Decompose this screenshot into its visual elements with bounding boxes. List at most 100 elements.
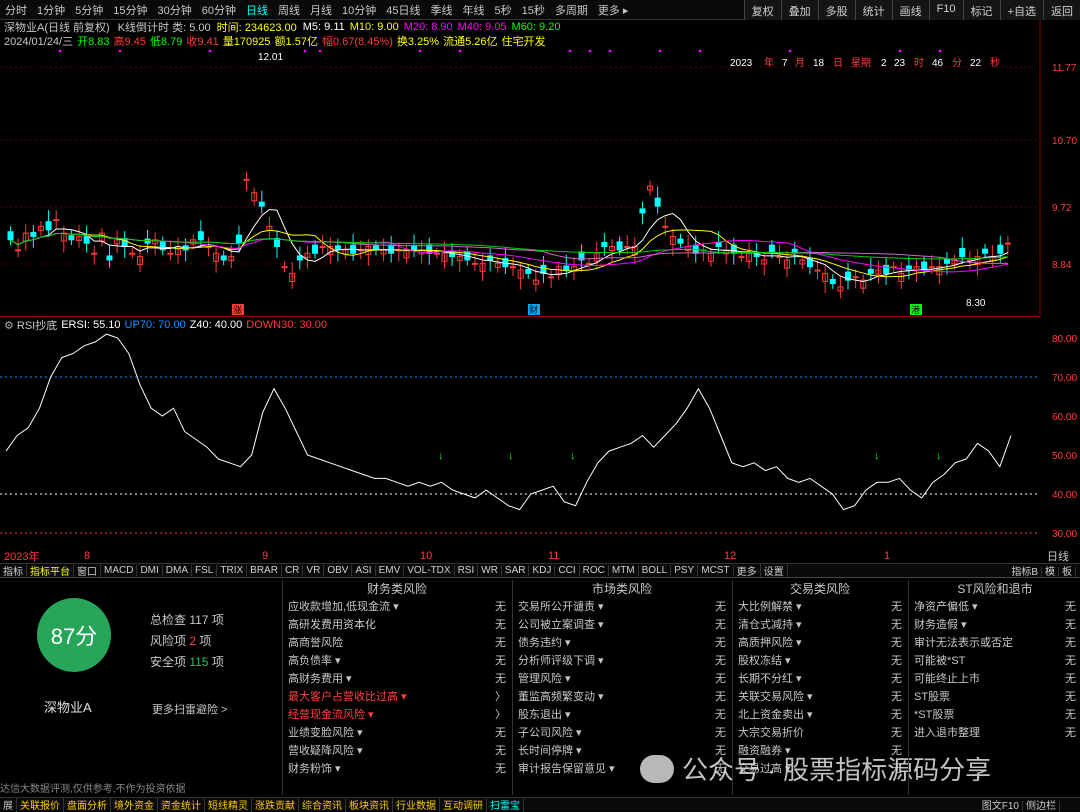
indicator-tab-24[interactable]: MCST: [698, 565, 734, 576]
indicator-tab-1[interactable]: 指标平台: [27, 563, 74, 578]
risk-row[interactable]: 高质押风险 ▾ 无: [734, 634, 906, 652]
candle-body: [959, 248, 966, 258]
risk-row[interactable]: ST股票 无: [910, 688, 1080, 706]
bottom-tab-10[interactable]: 扫雷宝: [487, 797, 524, 812]
indicator-tab-7[interactable]: TRIX: [217, 565, 248, 576]
bottom-tab-7[interactable]: 板块资讯: [346, 797, 393, 812]
rsi-chart[interactable]: 80.00 70.00 60.00 50.00 40.00 30.00 ↓ ↓ ↓ ↓ ↓: [0, 319, 1080, 549]
candle-body: [662, 225, 669, 228]
risk-column-3: ST风险和退市 净资产偏低 ▾ 无财务造假 ▾ 无审计无法表示或否定无可能被*ST 无可…: [910, 580, 1080, 742]
risk-item-name: ST股票: [914, 691, 951, 703]
indicator-tab-3[interactable]: MACD: [101, 565, 138, 576]
risk-row[interactable]: 应收款增加,低现金流 ▾ 无: [284, 598, 510, 616]
risk-row[interactable]: 净资产偏低 ▾ 无: [910, 598, 1080, 616]
candle-body: [296, 255, 303, 261]
indicator-tab-22[interactable]: BOLL: [639, 565, 672, 576]
risk-row[interactable]: 业绩变脸风险 ▾ 无: [284, 724, 510, 742]
risk-row[interactable]: 可能终止上市 无: [910, 670, 1080, 688]
indicator-tab-6[interactable]: FSL: [192, 565, 218, 576]
risk-row[interactable]: 高财务费用 ▾ 无: [284, 670, 510, 688]
bottom-tab-1[interactable]: 盘面分析: [64, 797, 111, 812]
risk-row[interactable]: 大比例解禁 ▾ 无: [734, 598, 906, 616]
bottom-tab-2[interactable]: 境外资金: [111, 797, 158, 812]
risk-row[interactable]: 财务粉饰 ▾ 无: [284, 760, 510, 778]
indicator-tab-23[interactable]: PSY: [671, 565, 699, 576]
indicator-tab-25[interactable]: 更多: [734, 563, 761, 578]
risk-row[interactable]: 财务造假 ▾ 无: [910, 616, 1080, 634]
indicator-tab-bar: 指标 指标平台 窗口 MACD DMI DMA FSL TRIX BRAR CR VR OBV ASI E…: [0, 563, 1080, 578]
bottom-tab-6[interactable]: 综合资讯: [299, 797, 346, 812]
risk-row[interactable]: 营收疑降风险 ▾ 无: [284, 742, 510, 760]
risk-row[interactable]: 高负债率 ▾ 无: [284, 652, 510, 670]
scan-divider: [282, 580, 283, 795]
candle-body: [15, 249, 22, 252]
candle-body: [616, 241, 623, 251]
indicator-tab-13[interactable]: EMV: [376, 565, 405, 576]
risk-item-name: 进入退市整理: [914, 727, 980, 739]
risk-row[interactable]: 大宗交易折价 无: [734, 724, 906, 742]
risk-row[interactable]: 长期不分红 ▾ 无: [734, 670, 906, 688]
risk-row[interactable]: 北上资金卖出 ▾ 无: [734, 706, 906, 724]
risk-row[interactable]: 董监高频繁变动 ▾ 无: [514, 688, 730, 706]
indicator-tab-16[interactable]: WR: [478, 565, 502, 576]
risk-row[interactable]: 经营现金流风险 ▾ 〉: [284, 706, 510, 724]
kline-chart[interactable]: 11.77 10.70 9.72 8.84 12.01 8.30 2023 年 7 月 18 日星期 2…: [0, 0, 1080, 316]
risk-row[interactable]: 交易所公开谴责 ▾ 无: [514, 598, 730, 616]
indicator-tab-19[interactable]: CCI: [555, 565, 580, 576]
date-tick-5: 12: [724, 550, 737, 562]
indicator-tab-20[interactable]: ROC: [580, 565, 609, 576]
risk-row[interactable]: 关联交易风险 ▾ 无: [734, 688, 906, 706]
bottom-tab-3[interactable]: 资金统计: [158, 797, 205, 812]
risk-row[interactable]: 最大客户占营收比过高 ▾ 〉: [284, 688, 510, 706]
bottom-tab-0[interactable]: 关联报价: [17, 797, 64, 812]
indicator-tab-4[interactable]: DMI: [137, 565, 163, 576]
indicator-tab-5[interactable]: DMA: [163, 565, 193, 576]
risk-row[interactable]: 高研发费用资本化 无: [284, 616, 510, 634]
risk-row[interactable]: 可能被*ST 无: [910, 652, 1080, 670]
indicator-tab-14[interactable]: VOL-TDX: [404, 565, 455, 576]
watermark-text: 公众号 · 股票指标源码分享: [682, 755, 992, 785]
candle-body: [715, 241, 722, 248]
risk-item-value: 无: [1065, 727, 1076, 739]
clock-part-9: 时: [914, 57, 924, 69]
risk-row[interactable]: 债务违约 ▾ 无: [514, 634, 730, 652]
indicator-tab-8[interactable]: BRAR: [247, 565, 282, 576]
indicator-tab-15[interactable]: RSI: [455, 565, 479, 576]
bottom-tab-9[interactable]: 互动调研: [440, 797, 487, 812]
risk-row[interactable]: 子公司风险 ▾ 无: [514, 724, 730, 742]
signal-dot: [938, 49, 942, 53]
price-tick-label: 8.84: [1052, 260, 1072, 271]
risk-row[interactable]: 分析师评级下调 ▾ 无: [514, 652, 730, 670]
indicator-tab-2[interactable]: 窗口: [74, 563, 101, 578]
indicator-tab-11[interactable]: OBV: [324, 565, 353, 576]
risk-row[interactable]: 管理风险 ▾ 无: [514, 670, 730, 688]
indicator-tab-18[interactable]: KDJ: [529, 565, 556, 576]
risk-row[interactable]: 股权冻结 ▾ 无: [734, 652, 906, 670]
risk-row[interactable]: 清仓式减持 ▾ 无: [734, 616, 906, 634]
indicator-tab-21[interactable]: MTM: [609, 565, 639, 576]
risk-row[interactable]: 进入退市整理 无: [910, 724, 1080, 742]
indicator-tab-0[interactable]: 指标: [0, 563, 27, 578]
risk-row[interactable]: *ST股票 无: [910, 706, 1080, 724]
bottom-right-1[interactable]: 侧边栏: [1023, 801, 1060, 812]
bottom-left-btn[interactable]: 展: [0, 797, 17, 812]
risk-row[interactable]: 高商誉风险 无: [284, 634, 510, 652]
clock-part-12: 22: [970, 58, 982, 69]
risk-row[interactable]: 公司被立案调查 ▾ 无: [514, 616, 730, 634]
indicator-tab-10[interactable]: VR: [303, 565, 325, 576]
bottom-tab-4[interactable]: 短线精灵: [205, 797, 252, 812]
risk-row[interactable]: 股东退出 ▾ 无: [514, 706, 730, 724]
more-scan-link[interactable]: 更多扫雷避险 >: [152, 701, 227, 717]
candle-body: [281, 266, 288, 269]
bottom-tab-8[interactable]: 行业数据: [393, 797, 440, 812]
bottom-tab-5[interactable]: 涨跌贡献: [252, 797, 299, 812]
indicator-tab-12[interactable]: ASI: [352, 565, 376, 576]
candle-body: [586, 262, 593, 265]
bottom-right-0[interactable]: 图文F10: [978, 801, 1023, 812]
risk-row[interactable]: 审计无法表示或否定 无: [910, 634, 1080, 652]
risk-item-value: 无: [715, 691, 726, 703]
indicator-tab-26[interactable]: 设置: [761, 563, 788, 578]
indicator-tab-17[interactable]: SAR: [502, 565, 530, 576]
candle-body: [867, 268, 874, 274]
indicator-tab-9[interactable]: CR: [282, 565, 304, 576]
